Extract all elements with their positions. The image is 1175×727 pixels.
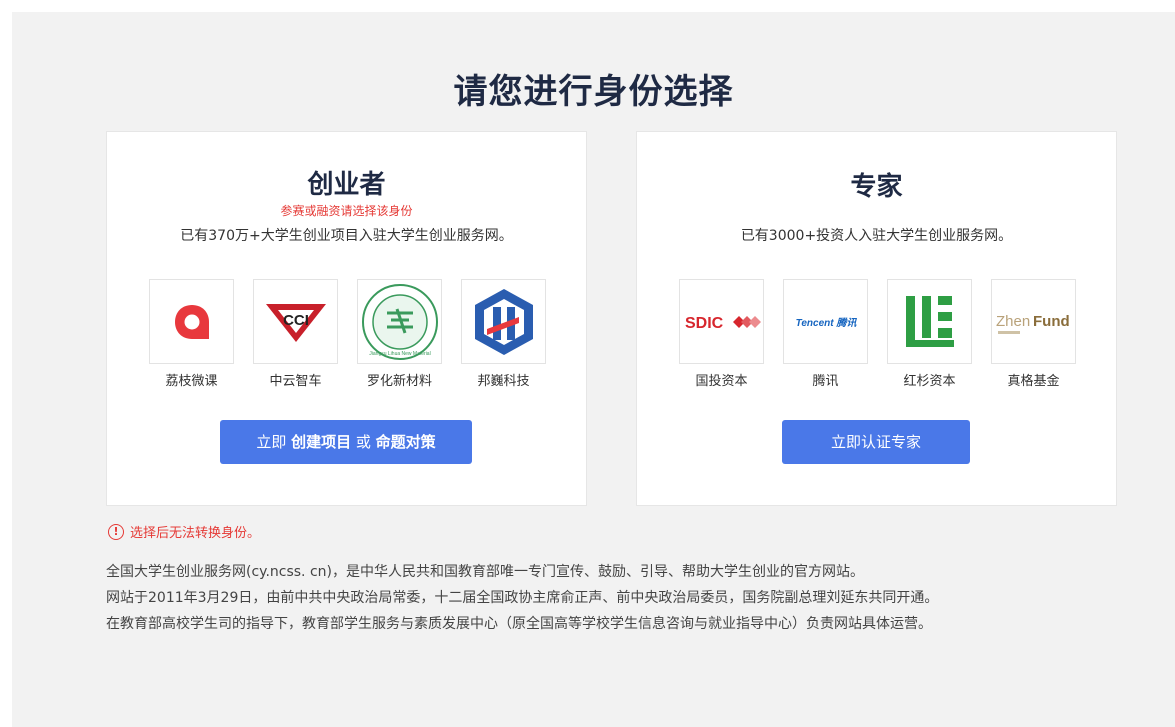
luohua-seal-text: Jiangsu Lihua New Material bbox=[369, 351, 430, 357]
zhongyun-cci-logo: CCI bbox=[253, 279, 338, 364]
zhenfund-logo-text-b: Fund bbox=[1033, 313, 1070, 330]
logo-item-sdic: SDIC 国投资本 bbox=[679, 279, 764, 389]
logo-item-zhenfund: Zhen Fund 真格基金 bbox=[991, 279, 1076, 389]
button-create-project: 创建项目 bbox=[291, 433, 352, 451]
page-background: 请您进行身份选择 创业者 参赛或融资请选择该身份 已有370万+大学生创业项目入… bbox=[12, 12, 1175, 727]
logo-label: 腾讯 bbox=[812, 374, 839, 389]
button-or: 或 bbox=[351, 433, 376, 451]
logo-label: 国投资本 bbox=[695, 374, 748, 389]
logo-item-zhongyun: CCI 中云智车 bbox=[253, 279, 338, 389]
page-title: 请您进行身份选择 bbox=[453, 72, 734, 112]
button-proposition: 命题对策 bbox=[375, 433, 436, 451]
entrepreneur-card[interactable]: 创业者 参赛或融资请选择该身份 已有370万+大学生创业项目入驻大学生创业服务网… bbox=[106, 131, 587, 506]
logo-label: 罗化新材料 bbox=[366, 374, 432, 389]
sequoia-logo bbox=[887, 279, 972, 364]
exclamation-circle-icon: ! bbox=[108, 523, 124, 540]
logo-label: 中云智车 bbox=[269, 374, 322, 389]
expert-card[interactable]: 专家 已有3000+投资人入驻大学生创业服务网。 SDIC 国投资本 Tence… bbox=[636, 131, 1117, 506]
sdic-logo-text: SDIC bbox=[685, 315, 724, 332]
logo-label: 荔枝微课 bbox=[165, 374, 218, 389]
site-info: 全国大学生创业服务网(cy.ncss. cn)，是中华人民共和国教育部唯一专门宣… bbox=[106, 559, 1106, 637]
create-project-button[interactable]: 立即 创建项目 或 命题对策 bbox=[220, 420, 472, 464]
entrepreneur-description: 已有370万+大学生创业项目入驻大学生创业服务网。 bbox=[180, 228, 513, 244]
entrepreneur-note: 参赛或融资请选择该身份 bbox=[280, 204, 413, 218]
identity-warning: ! 选择后无法转换身份。 bbox=[108, 522, 260, 541]
cci-logo-text: CCI bbox=[283, 312, 309, 329]
logo-item-bangwei: 邦巍科技 bbox=[461, 279, 546, 389]
info-line: 全国大学生创业服务网(cy.ncss. cn)，是中华人民共和国教育部唯一专门宣… bbox=[106, 564, 864, 580]
sdic-logo: SDIC bbox=[679, 279, 764, 364]
zhenfund-logo: Zhen Fund bbox=[991, 279, 1076, 364]
entrepreneur-title: 创业者 bbox=[307, 170, 386, 200]
expert-logos: SDIC 国投资本 Tencent 腾讯 腾讯 红杉资本 Zhen Fund 真… bbox=[679, 279, 1079, 389]
entrepreneur-logos: 荔枝微课 CCI 中云智车 Jiangsu Lihua New Material… bbox=[149, 279, 549, 389]
button-prefix: 立即 bbox=[256, 433, 292, 451]
certify-expert-button[interactable]: 立即认证专家 bbox=[782, 420, 970, 464]
logo-item-luohua: Jiangsu Lihua New Material 罗化新材料 bbox=[357, 279, 442, 389]
warning-text: 选择后无法转换身份。 bbox=[130, 526, 261, 541]
logo-item-sequoia: 红杉资本 bbox=[887, 279, 972, 389]
logo-label: 真格基金 bbox=[1007, 374, 1060, 389]
logo-label: 红杉资本 bbox=[903, 374, 956, 389]
zhenfund-logo-text-a: Zhen bbox=[996, 313, 1030, 330]
info-line: 在教育部高校学生司的指导下，教育部学生服务与素质发展中心（原全国高等学校学生信息… bbox=[106, 616, 932, 632]
logo-item-lizhi: 荔枝微课 bbox=[149, 279, 234, 389]
logo-label: 邦巍科技 bbox=[477, 374, 530, 389]
luohua-logo: Jiangsu Lihua New Material bbox=[357, 279, 442, 364]
logo-item-tencent: Tencent 腾讯 腾讯 bbox=[783, 279, 868, 389]
expert-title: 专家 bbox=[850, 172, 903, 202]
tencent-logo: Tencent 腾讯 bbox=[783, 279, 868, 364]
bangwei-logo bbox=[461, 279, 546, 364]
tencent-logo-text: Tencent 腾讯 bbox=[795, 317, 857, 329]
expert-description: 已有3000+投资人入驻大学生创业服务网。 bbox=[740, 228, 1013, 244]
lizhi-logo bbox=[149, 279, 234, 364]
info-line: 网站于2011年3月29日，由前中共中央政治局常委，十二届全国政协主席俞正声、前… bbox=[106, 590, 939, 606]
